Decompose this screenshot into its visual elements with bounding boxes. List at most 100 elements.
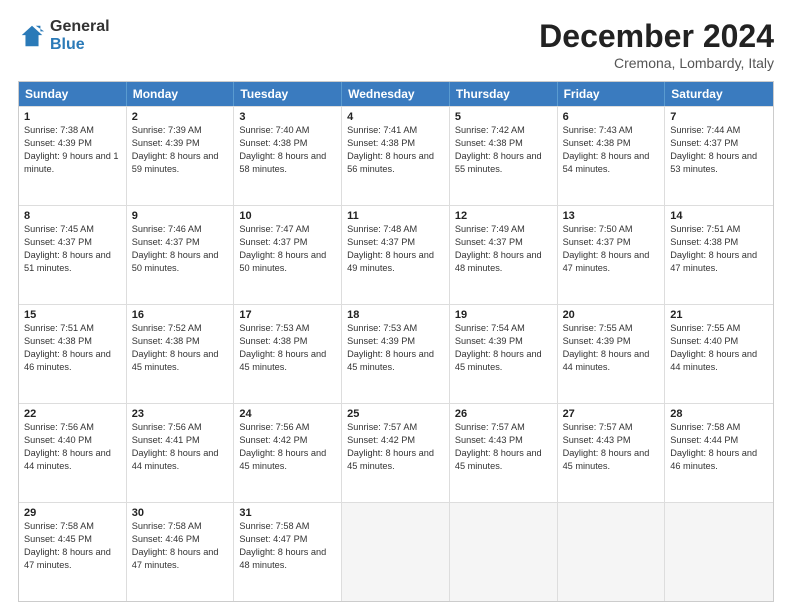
- day-number: 26: [455, 408, 552, 420]
- sun-info: Sunrise: 7:55 AMSunset: 4:39 PMDaylight:…: [563, 323, 650, 372]
- calendar-cell: 19 Sunrise: 7:54 AMSunset: 4:39 PMDaylig…: [450, 305, 558, 403]
- sun-info: Sunrise: 7:41 AMSunset: 4:38 PMDaylight:…: [347, 125, 434, 174]
- logo: General Blue: [18, 18, 110, 53]
- calendar-cell: 7 Sunrise: 7:44 AMSunset: 4:37 PMDayligh…: [665, 107, 773, 205]
- month-title: December 2024: [539, 18, 774, 55]
- day-number: 16: [132, 309, 229, 321]
- logo-general: General: [50, 18, 110, 36]
- day-number: 31: [239, 507, 336, 519]
- calendar-cell: 6 Sunrise: 7:43 AMSunset: 4:38 PMDayligh…: [558, 107, 666, 205]
- calendar-body: 1 Sunrise: 7:38 AMSunset: 4:39 PMDayligh…: [19, 106, 773, 601]
- calendar-cell: 16 Sunrise: 7:52 AMSunset: 4:38 PMDaylig…: [127, 305, 235, 403]
- calendar-cell: 30 Sunrise: 7:58 AMSunset: 4:46 PMDaylig…: [127, 503, 235, 601]
- logo-blue: Blue: [50, 36, 110, 54]
- calendar-cell: 2 Sunrise: 7:39 AMSunset: 4:39 PMDayligh…: [127, 107, 235, 205]
- sun-info: Sunrise: 7:58 AMSunset: 4:47 PMDaylight:…: [239, 521, 326, 570]
- day-number: 15: [24, 309, 121, 321]
- day-number: 30: [132, 507, 229, 519]
- day-number: 4: [347, 111, 444, 123]
- logo-icon: [18, 22, 46, 50]
- calendar-week-2: 15 Sunrise: 7:51 AMSunset: 4:38 PMDaylig…: [19, 304, 773, 403]
- sun-info: Sunrise: 7:44 AMSunset: 4:37 PMDaylight:…: [670, 125, 757, 174]
- header-friday: Friday: [558, 82, 666, 106]
- calendar-cell: [558, 503, 666, 601]
- sun-info: Sunrise: 7:50 AMSunset: 4:37 PMDaylight:…: [563, 224, 650, 273]
- calendar-cell: 26 Sunrise: 7:57 AMSunset: 4:43 PMDaylig…: [450, 404, 558, 502]
- calendar-cell: [450, 503, 558, 601]
- calendar-cell: 27 Sunrise: 7:57 AMSunset: 4:43 PMDaylig…: [558, 404, 666, 502]
- calendar-cell: 18 Sunrise: 7:53 AMSunset: 4:39 PMDaylig…: [342, 305, 450, 403]
- sun-info: Sunrise: 7:58 AMSunset: 4:45 PMDaylight:…: [24, 521, 111, 570]
- header-monday: Monday: [127, 82, 235, 106]
- calendar-cell: 20 Sunrise: 7:55 AMSunset: 4:39 PMDaylig…: [558, 305, 666, 403]
- day-number: 28: [670, 408, 768, 420]
- sun-info: Sunrise: 7:51 AMSunset: 4:38 PMDaylight:…: [24, 323, 111, 372]
- sun-info: Sunrise: 7:43 AMSunset: 4:38 PMDaylight:…: [563, 125, 650, 174]
- calendar-cell: 5 Sunrise: 7:42 AMSunset: 4:38 PMDayligh…: [450, 107, 558, 205]
- calendar-cell: 25 Sunrise: 7:57 AMSunset: 4:42 PMDaylig…: [342, 404, 450, 502]
- calendar-cell: 13 Sunrise: 7:50 AMSunset: 4:37 PMDaylig…: [558, 206, 666, 304]
- sun-info: Sunrise: 7:53 AMSunset: 4:39 PMDaylight:…: [347, 323, 434, 372]
- header-sunday: Sunday: [19, 82, 127, 106]
- calendar-cell: 15 Sunrise: 7:51 AMSunset: 4:38 PMDaylig…: [19, 305, 127, 403]
- day-number: 22: [24, 408, 121, 420]
- calendar-cell: 8 Sunrise: 7:45 AMSunset: 4:37 PMDayligh…: [19, 206, 127, 304]
- sun-info: Sunrise: 7:52 AMSunset: 4:38 PMDaylight:…: [132, 323, 219, 372]
- header-tuesday: Tuesday: [234, 82, 342, 106]
- sun-info: Sunrise: 7:42 AMSunset: 4:38 PMDaylight:…: [455, 125, 542, 174]
- logo-text: General Blue: [50, 18, 110, 53]
- day-number: 19: [455, 309, 552, 321]
- day-number: 13: [563, 210, 660, 222]
- header-wednesday: Wednesday: [342, 82, 450, 106]
- calendar: Sunday Monday Tuesday Wednesday Thursday…: [18, 81, 774, 602]
- calendar-cell: 31 Sunrise: 7:58 AMSunset: 4:47 PMDaylig…: [234, 503, 342, 601]
- day-number: 12: [455, 210, 552, 222]
- sun-info: Sunrise: 7:54 AMSunset: 4:39 PMDaylight:…: [455, 323, 542, 372]
- day-number: 24: [239, 408, 336, 420]
- calendar-week-3: 22 Sunrise: 7:56 AMSunset: 4:40 PMDaylig…: [19, 403, 773, 502]
- calendar-cell: 29 Sunrise: 7:58 AMSunset: 4:45 PMDaylig…: [19, 503, 127, 601]
- calendar-cell: 10 Sunrise: 7:47 AMSunset: 4:37 PMDaylig…: [234, 206, 342, 304]
- day-number: 6: [563, 111, 660, 123]
- sun-info: Sunrise: 7:58 AMSunset: 4:46 PMDaylight:…: [132, 521, 219, 570]
- calendar-week-1: 8 Sunrise: 7:45 AMSunset: 4:37 PMDayligh…: [19, 205, 773, 304]
- sun-info: Sunrise: 7:49 AMSunset: 4:37 PMDaylight:…: [455, 224, 542, 273]
- day-number: 10: [239, 210, 336, 222]
- header: General Blue December 2024 Cremona, Lomb…: [18, 18, 774, 71]
- sun-info: Sunrise: 7:57 AMSunset: 4:43 PMDaylight:…: [563, 422, 650, 471]
- calendar-cell: [342, 503, 450, 601]
- sun-info: Sunrise: 7:47 AMSunset: 4:37 PMDaylight:…: [239, 224, 326, 273]
- calendar-cell: 23 Sunrise: 7:56 AMSunset: 4:41 PMDaylig…: [127, 404, 235, 502]
- sun-info: Sunrise: 7:40 AMSunset: 4:38 PMDaylight:…: [239, 125, 326, 174]
- sun-info: Sunrise: 7:58 AMSunset: 4:44 PMDaylight:…: [670, 422, 757, 471]
- sun-info: Sunrise: 7:55 AMSunset: 4:40 PMDaylight:…: [670, 323, 757, 372]
- calendar-week-0: 1 Sunrise: 7:38 AMSunset: 4:39 PMDayligh…: [19, 106, 773, 205]
- day-number: 29: [24, 507, 121, 519]
- calendar-cell: 17 Sunrise: 7:53 AMSunset: 4:38 PMDaylig…: [234, 305, 342, 403]
- calendar-cell: 12 Sunrise: 7:49 AMSunset: 4:37 PMDaylig…: [450, 206, 558, 304]
- calendar-cell: 28 Sunrise: 7:58 AMSunset: 4:44 PMDaylig…: [665, 404, 773, 502]
- calendar-cell: 9 Sunrise: 7:46 AMSunset: 4:37 PMDayligh…: [127, 206, 235, 304]
- sun-info: Sunrise: 7:39 AMSunset: 4:39 PMDaylight:…: [132, 125, 219, 174]
- day-number: 20: [563, 309, 660, 321]
- calendar-cell: 11 Sunrise: 7:48 AMSunset: 4:37 PMDaylig…: [342, 206, 450, 304]
- day-number: 11: [347, 210, 444, 222]
- day-number: 3: [239, 111, 336, 123]
- calendar-cell: 14 Sunrise: 7:51 AMSunset: 4:38 PMDaylig…: [665, 206, 773, 304]
- day-number: 23: [132, 408, 229, 420]
- subtitle: Cremona, Lombardy, Italy: [539, 55, 774, 71]
- page: General Blue December 2024 Cremona, Lomb…: [0, 0, 792, 612]
- day-number: 27: [563, 408, 660, 420]
- calendar-header: Sunday Monday Tuesday Wednesday Thursday…: [19, 82, 773, 106]
- day-number: 5: [455, 111, 552, 123]
- sun-info: Sunrise: 7:57 AMSunset: 4:43 PMDaylight:…: [455, 422, 542, 471]
- day-number: 14: [670, 210, 768, 222]
- calendar-cell: 24 Sunrise: 7:56 AMSunset: 4:42 PMDaylig…: [234, 404, 342, 502]
- day-number: 21: [670, 309, 768, 321]
- sun-info: Sunrise: 7:56 AMSunset: 4:40 PMDaylight:…: [24, 422, 111, 471]
- sun-info: Sunrise: 7:51 AMSunset: 4:38 PMDaylight:…: [670, 224, 757, 273]
- calendar-cell: 3 Sunrise: 7:40 AMSunset: 4:38 PMDayligh…: [234, 107, 342, 205]
- calendar-week-4: 29 Sunrise: 7:58 AMSunset: 4:45 PMDaylig…: [19, 502, 773, 601]
- sun-info: Sunrise: 7:56 AMSunset: 4:41 PMDaylight:…: [132, 422, 219, 471]
- sun-info: Sunrise: 7:56 AMSunset: 4:42 PMDaylight:…: [239, 422, 326, 471]
